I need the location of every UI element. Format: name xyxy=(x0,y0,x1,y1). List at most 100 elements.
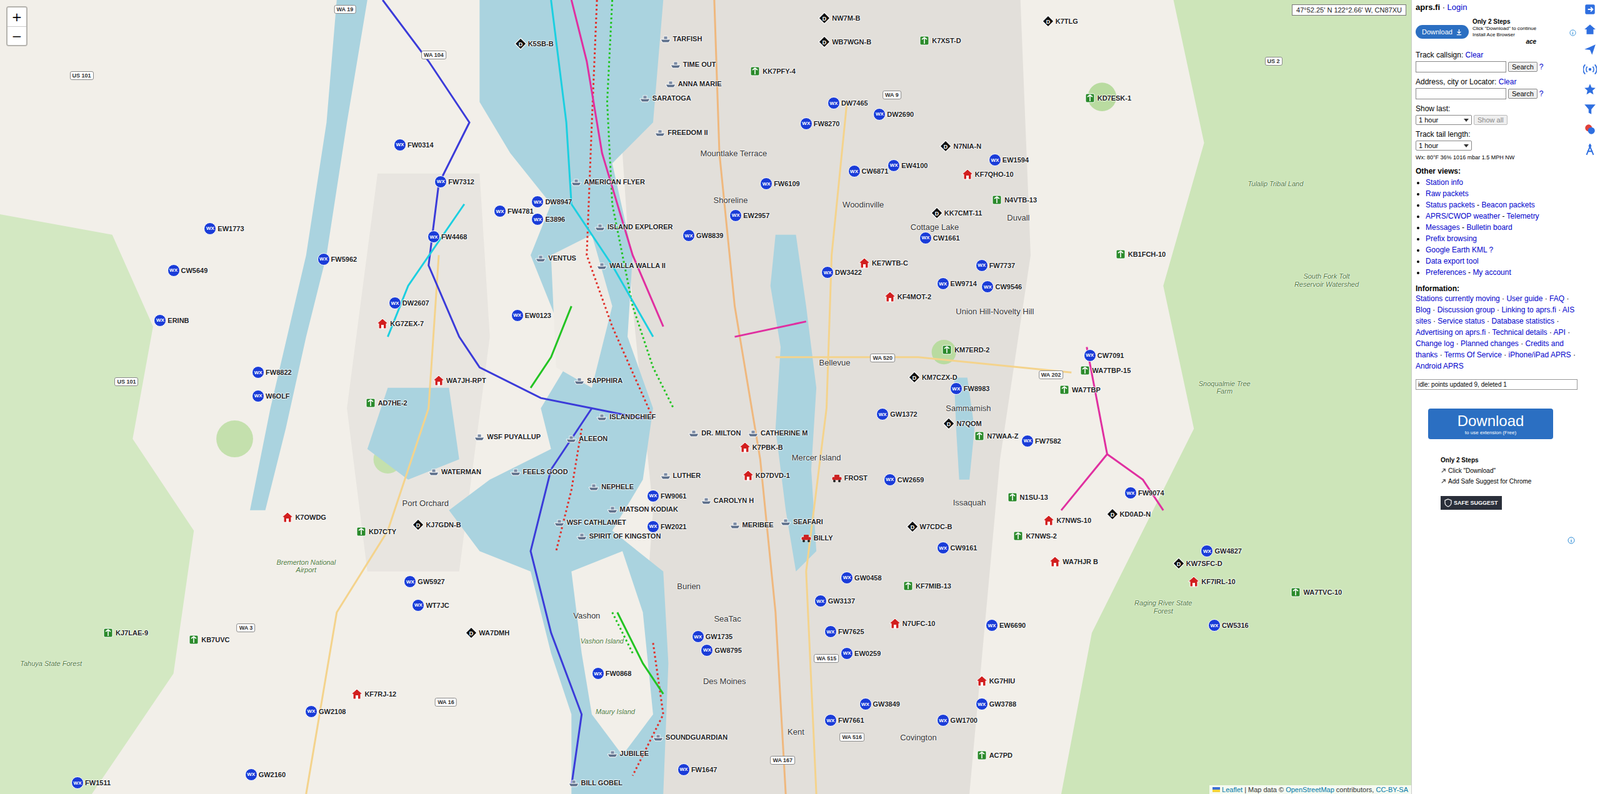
view-link[interactable]: Messages xyxy=(1425,223,1460,232)
station-label[interactable]: W7CDC-B xyxy=(920,522,953,532)
station-marker[interactable]: WX DW7465 xyxy=(827,96,869,110)
station-marker[interactable]: WX CW2659 xyxy=(883,473,925,487)
compass-icon[interactable] xyxy=(1583,142,1597,157)
station-marker[interactable]: WA7HJR B xyxy=(1048,555,1099,569)
station-label[interactable]: EW1594 xyxy=(1002,155,1029,165)
station-label[interactable]: FW8822 xyxy=(265,368,292,377)
station-label[interactable]: N7UFC-10 xyxy=(902,619,936,629)
station-label[interactable]: FW8270 xyxy=(813,119,840,129)
station-marker[interactable]: MERIBEE xyxy=(728,518,774,532)
station-label[interactable]: ANNA MARIE xyxy=(678,79,722,89)
station-marker[interactable]: N4VTB-13 xyxy=(990,193,1037,207)
node-icon[interactable] xyxy=(1058,383,1071,397)
station-marker[interactable]: VENTUS xyxy=(534,251,577,265)
station-label[interactable]: TARFISH xyxy=(673,34,703,44)
node-icon[interactable] xyxy=(975,749,989,762)
weather-station-icon[interactable]: WX xyxy=(876,408,889,421)
station-marker[interactable]: WX GW0458 xyxy=(840,571,882,585)
house-icon[interactable] xyxy=(883,290,897,304)
node-icon[interactable] xyxy=(1114,248,1127,261)
site-title[interactable]: aprs.fi xyxy=(1415,2,1440,12)
station-marker[interactable]: WX FW6109 xyxy=(760,177,800,190)
station-marker[interactable]: WX FW0868 xyxy=(591,667,632,680)
station-marker[interactable]: KD7DVD-1 xyxy=(741,469,790,482)
station-marker[interactable]: K7OWDG xyxy=(281,511,327,524)
station-label[interactable]: KB1FCH-10 xyxy=(1128,250,1167,259)
station-label[interactable]: KD7ESK-1 xyxy=(1097,93,1132,103)
digipeater-icon[interactable]: D xyxy=(818,35,831,49)
station-marker[interactable]: WX CW1661 xyxy=(919,231,960,245)
station-label[interactable]: KF7RJ-12 xyxy=(364,690,397,699)
station-label[interactable]: FW4468 xyxy=(441,232,468,242)
station-label[interactable]: CW7091 xyxy=(1097,351,1125,360)
station-label[interactable]: CAROLYN H xyxy=(713,496,754,505)
leaflet-link[interactable]: Leaflet xyxy=(1221,786,1243,794)
station-marker[interactable]: D NW7M-B xyxy=(818,11,860,25)
weather-station-icon[interactable]: WX xyxy=(1200,545,1214,558)
ship-icon[interactable] xyxy=(595,259,609,272)
weather-station-icon[interactable]: WX xyxy=(883,473,897,487)
node-icon[interactable] xyxy=(1083,91,1097,105)
station-label[interactable]: SEAFARI xyxy=(793,517,824,527)
station-marker[interactable]: FROST xyxy=(830,471,868,485)
station-marker[interactable]: D KW7SFC-D xyxy=(1172,557,1223,570)
weather-station-icon[interactable]: WX xyxy=(251,366,265,379)
station-marker[interactable]: WX EW6690 xyxy=(985,619,1026,632)
station-label[interactable]: N4VTB-13 xyxy=(1004,195,1037,205)
station-label[interactable]: FW1511 xyxy=(85,778,111,788)
track-line[interactable] xyxy=(735,321,807,338)
station-label[interactable]: E3896 xyxy=(545,215,565,224)
station-marker[interactable]: D KM7CZX-D xyxy=(908,371,958,384)
ship-icon[interactable] xyxy=(779,515,792,529)
station-marker[interactable]: D KD0AD-N xyxy=(1106,508,1152,521)
digipeater-icon[interactable]: D xyxy=(939,140,952,153)
home-icon[interactable] xyxy=(1583,22,1597,37)
weather-station-icon[interactable]: WX xyxy=(305,705,318,719)
station-label[interactable]: NEPHELE xyxy=(601,482,634,492)
station-marker[interactable]: ALEEON xyxy=(565,432,608,445)
weather-station-icon[interactable]: WX xyxy=(1208,619,1221,632)
search-input[interactable] xyxy=(1415,61,1507,73)
station-marker[interactable]: AMERICAN FLYER xyxy=(570,175,645,189)
track-line[interactable] xyxy=(530,408,592,786)
station-label[interactable]: GW2108 xyxy=(318,707,346,717)
station-label[interactable]: FW9061 xyxy=(660,491,687,501)
station-label[interactable]: WALLA WALLA II xyxy=(609,261,666,270)
station-marker[interactable]: CATHERINE M xyxy=(746,426,809,440)
info-link[interactable]: Change log xyxy=(1415,339,1454,349)
station-marker[interactable]: WX FW2021 xyxy=(646,520,687,534)
station-marker[interactable]: WX CW9161 xyxy=(936,541,978,555)
station-marker[interactable]: K7NWS-10 xyxy=(1042,514,1092,527)
ship-icon[interactable] xyxy=(746,426,760,440)
station-marker[interactable]: WALLA WALLA II xyxy=(595,259,666,272)
zoom-in-button[interactable]: + xyxy=(7,7,27,27)
station-marker[interactable]: WA7TBP-15 xyxy=(1078,364,1132,377)
track-line[interactable] xyxy=(586,0,654,419)
station-label[interactable]: SARATOGA xyxy=(652,93,692,103)
station-marker[interactable]: WX EW2957 xyxy=(729,209,770,222)
station-label[interactable]: ALEEON xyxy=(578,434,608,444)
weather-station-icon[interactable]: WX xyxy=(887,159,900,172)
station-marker[interactable]: WX GW4827 xyxy=(1200,545,1242,558)
station-marker[interactable]: WX FW4781 xyxy=(493,205,534,218)
house-icon[interactable] xyxy=(1048,555,1062,569)
station-label[interactable]: GW8839 xyxy=(696,231,724,240)
car-icon[interactable] xyxy=(830,471,844,485)
station-label[interactable]: TIME OUT xyxy=(683,60,717,69)
station-label[interactable]: DW7465 xyxy=(841,98,869,108)
station-marker[interactable]: WX FW7582 xyxy=(1021,435,1062,448)
station-label[interactable]: JUBILEE xyxy=(620,749,649,759)
digipeater-icon[interactable]: D xyxy=(908,371,921,384)
station-marker[interactable]: WATERMAN xyxy=(427,465,482,479)
view-link[interactable]: Preferences xyxy=(1425,268,1467,277)
weather-station-icon[interactable]: WX xyxy=(814,595,827,608)
ship-icon[interactable] xyxy=(659,32,672,45)
station-marker[interactable]: WX FW4468 xyxy=(427,230,468,244)
ship-icon[interactable] xyxy=(669,58,682,71)
station-label[interactable]: GW1735 xyxy=(705,632,733,642)
station-label[interactable]: SAPPHIRA xyxy=(586,376,623,385)
clear-link[interactable]: Clear xyxy=(1498,77,1517,87)
station-marker[interactable]: WX FW8822 xyxy=(251,366,292,379)
station-label[interactable]: EW2957 xyxy=(743,211,770,220)
station-marker[interactable]: FREEDOM II xyxy=(653,126,708,139)
